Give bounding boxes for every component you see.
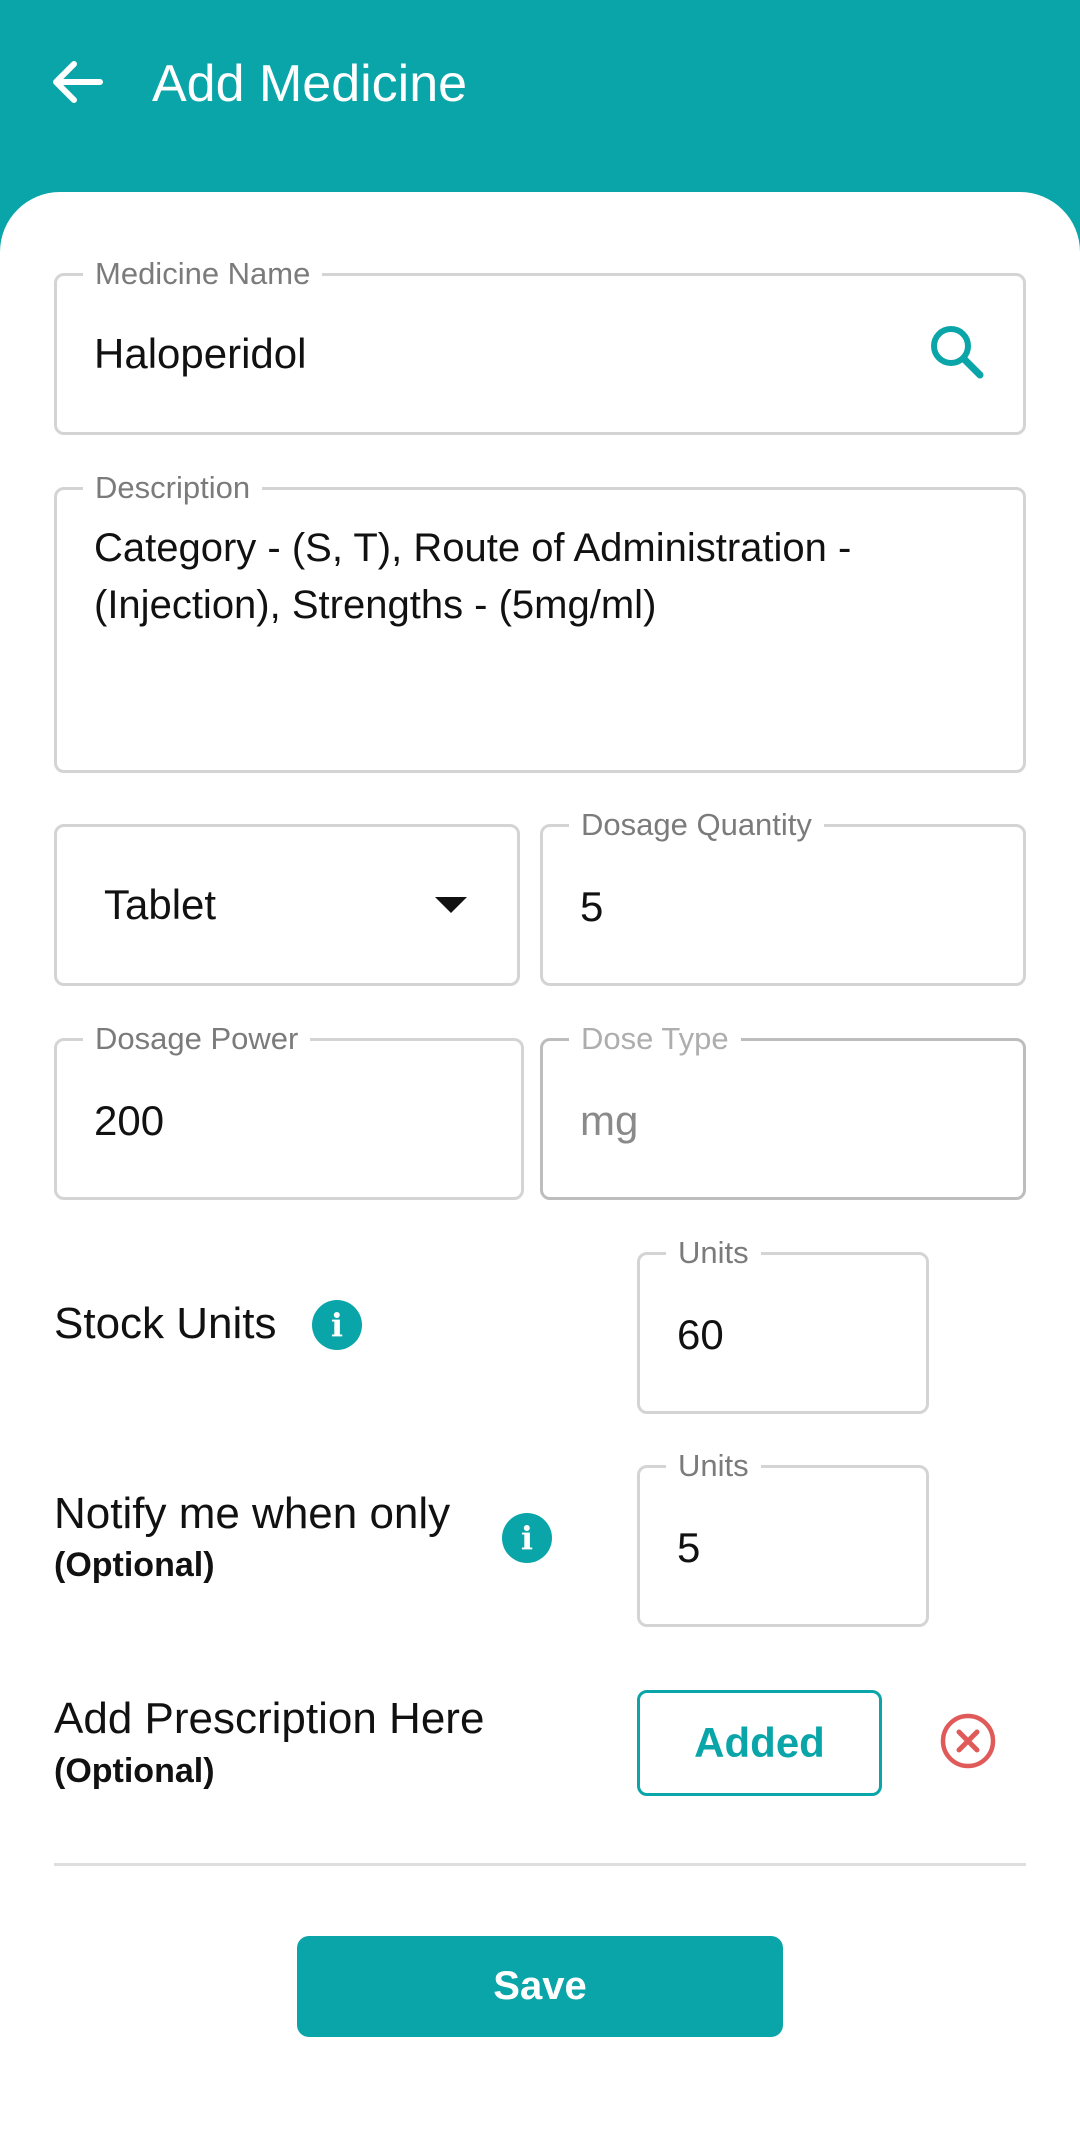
arrow-left-icon	[48, 58, 104, 111]
page-title: Add Medicine	[152, 55, 468, 113]
notify-units-value[interactable]: 5	[677, 1522, 700, 1574]
save-button[interactable]: Save	[297, 1936, 783, 2037]
dosage-power-value[interactable]: 200	[94, 1095, 164, 1147]
remove-prescription-button[interactable]	[938, 1713, 998, 1773]
dosage-quantity-value[interactable]: 5	[580, 881, 603, 933]
prescription-added-button[interactable]: Added	[637, 1690, 882, 1796]
search-icon	[927, 322, 987, 387]
medicine-name-value[interactable]: Haloperidol	[94, 328, 306, 380]
dosage-power-label: Dosage Power	[83, 1021, 311, 1057]
stock-units-value[interactable]: 60	[677, 1309, 724, 1361]
info-icon[interactable]: i	[502, 1513, 552, 1563]
dosage-quantity-field[interactable]: Dosage Quantity 5	[540, 807, 1026, 986]
notify-label: Notify me when only	[54, 1489, 451, 1538]
back-button[interactable]	[40, 48, 112, 120]
app-bar: Add Medicine	[0, 0, 1080, 200]
notify-units-field-label: Units	[666, 1448, 761, 1484]
prescription-optional-label: (Optional)	[54, 1752, 215, 1790]
info-icon[interactable]: i	[312, 1300, 362, 1350]
form-type-select[interactable]: Tablet	[54, 824, 520, 986]
notify-units-field[interactable]: Units 5	[637, 1448, 929, 1627]
stock-units-field-label: Units	[666, 1235, 761, 1271]
dose-type-field[interactable]: Dose Type mg	[540, 1021, 1026, 1200]
dosage-power-field[interactable]: Dosage Power 200	[54, 1021, 524, 1200]
search-button[interactable]	[921, 318, 993, 390]
stock-units-field[interactable]: Units 60	[637, 1235, 929, 1414]
stock-units-label: Stock Units	[54, 1299, 277, 1348]
dose-type-label: Dose Type	[569, 1021, 741, 1057]
medicine-name-label: Medicine Name	[83, 256, 323, 292]
form-type-value: Tablet	[104, 881, 217, 928]
description-label: Description	[83, 470, 263, 506]
dose-type-value[interactable]: mg	[580, 1095, 638, 1147]
divider	[54, 1863, 1026, 1866]
chevron-down-icon	[435, 897, 467, 913]
dosage-quantity-label: Dosage Quantity	[569, 807, 824, 843]
notify-optional-label: (Optional)	[54, 1546, 215, 1584]
medicine-name-field[interactable]: Medicine Name Haloperidol	[54, 256, 1026, 435]
description-field[interactable]: Description Category - (S, T), Route of …	[54, 470, 1026, 773]
close-circle-icon	[939, 1712, 997, 1775]
description-value[interactable]: Category - (S, T), Route of Administrati…	[94, 520, 983, 634]
prescription-label: Add Prescription Here	[54, 1694, 485, 1743]
